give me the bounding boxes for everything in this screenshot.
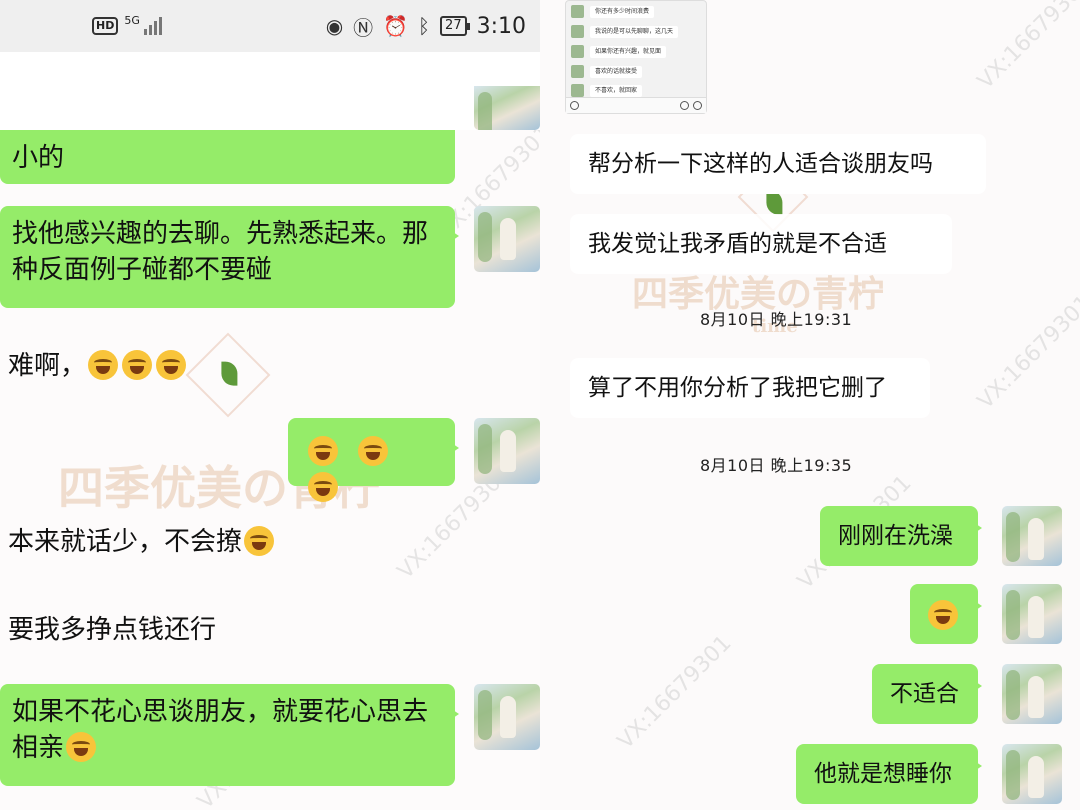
avatar	[571, 84, 584, 97]
message-bubble[interactable]: 找他感兴趣的去聊。先熟悉起来。那种反面例子碰都不要碰	[0, 206, 459, 308]
message-bubble[interactable]: 算了不用你分析了我把它删了	[570, 358, 930, 418]
avatar[interactable]	[474, 86, 540, 130]
laugh-cry-emoji-icon	[308, 436, 338, 466]
nfc-icon: Ⓝ	[353, 15, 374, 40]
plus-icon	[693, 101, 702, 110]
message-bubble[interactable]	[288, 418, 459, 502]
alarm-icon: ⏰	[383, 14, 409, 38]
avatar[interactable]	[1002, 744, 1062, 804]
thumbnail-input-bar	[566, 97, 706, 113]
message-bubble[interactable]: 小的	[0, 130, 455, 184]
watermark-vx: VX:16679301	[613, 630, 737, 755]
message-text[interactable]: 要我多挣点钱还行	[8, 612, 216, 648]
emoji-icon	[680, 101, 689, 110]
timestamp: 8月10日 晚上19:31	[700, 310, 853, 329]
network-label: 5G	[124, 13, 140, 27]
avatar	[571, 25, 584, 38]
thumbnail-message: 如果你还有兴趣，就见面	[590, 45, 667, 58]
chat-thumbnail: 你还有多少时间浪费 我说的是可以先聊聊，这几天 如果你还有兴趣，就见面 喜欢的话…	[565, 0, 707, 114]
thumbnail-message: 我说的是可以先聊聊，这几天	[590, 25, 679, 38]
avatar[interactable]	[474, 418, 540, 484]
avatar	[571, 45, 584, 58]
message-text-content: 难啊，	[8, 351, 87, 381]
avatar	[571, 5, 584, 18]
laugh-cry-emoji-icon	[244, 526, 275, 556]
right-chat-screenshot: VX:16679301 VX:16679301 VX:16679301 VX:1…	[540, 0, 1080, 810]
voice-icon	[570, 101, 579, 110]
message-text-content: 本来就话少，不会撩	[8, 527, 243, 557]
laugh-cry-emoji-icon	[156, 350, 187, 380]
battery-icon: 27	[440, 16, 470, 36]
thumbnail-message: 你还有多少时间浪费	[590, 5, 655, 18]
left-chat-screenshot: 四季优美の青柠 VX:16679301 VX:16679301 VX:16679…	[0, 0, 540, 810]
laugh-cry-emoji-icon	[928, 600, 958, 630]
laugh-cry-emoji-icon	[358, 436, 388, 466]
avatar[interactable]	[474, 206, 540, 272]
avatar	[571, 65, 584, 78]
signal-icon	[143, 17, 162, 35]
sprout-logo-icon	[185, 332, 271, 418]
laugh-cry-emoji-icon	[88, 350, 119, 380]
hd-badge: HD	[92, 17, 119, 35]
eye-icon: ◉	[325, 14, 344, 38]
message-bubble[interactable]: 刚刚在洗澡	[820, 506, 982, 566]
message-bubble[interactable]: 我发觉让我矛盾的就是不合适	[570, 214, 952, 274]
message-bubble[interactable]	[910, 584, 982, 644]
avatar[interactable]	[1002, 506, 1062, 566]
thumbnail-message: 不喜欢，就回家	[590, 84, 643, 97]
watermark-vx: VX:16679301	[973, 0, 1080, 95]
avatar[interactable]	[1002, 664, 1062, 724]
timestamp: 8月10日 晚上19:35	[700, 456, 853, 475]
laugh-cry-emoji-icon	[122, 350, 153, 380]
message-bubble[interactable]: 他就是想睡你	[796, 744, 982, 804]
laugh-cry-emoji-icon	[66, 732, 97, 762]
message-bubble[interactable]: 不适合	[872, 664, 982, 724]
thumbnail-message: 喜欢的话就接受	[590, 65, 643, 78]
chat-title-bar	[0, 52, 540, 130]
message-text[interactable]: 本来就话少，不会撩	[8, 524, 276, 560]
watermark-vx: VX:16679301	[973, 290, 1080, 415]
status-bar: HD 5G ◉ Ⓝ ⏰ ᛒ 27 3:10	[0, 0, 540, 52]
avatar[interactable]	[1002, 584, 1062, 644]
message-text[interactable]: 难啊，	[8, 348, 188, 384]
avatar[interactable]	[474, 684, 540, 750]
message-bubble[interactable]: 帮分析一下这样的人适合谈朋友吗	[570, 134, 986, 194]
bluetooth-icon: ᛒ	[418, 14, 431, 38]
message-bubble[interactable]: 如果不花心思谈朋友，就要花心思去相亲	[0, 684, 459, 786]
laugh-cry-emoji-icon	[308, 472, 338, 502]
clock: 3:10	[476, 13, 526, 39]
